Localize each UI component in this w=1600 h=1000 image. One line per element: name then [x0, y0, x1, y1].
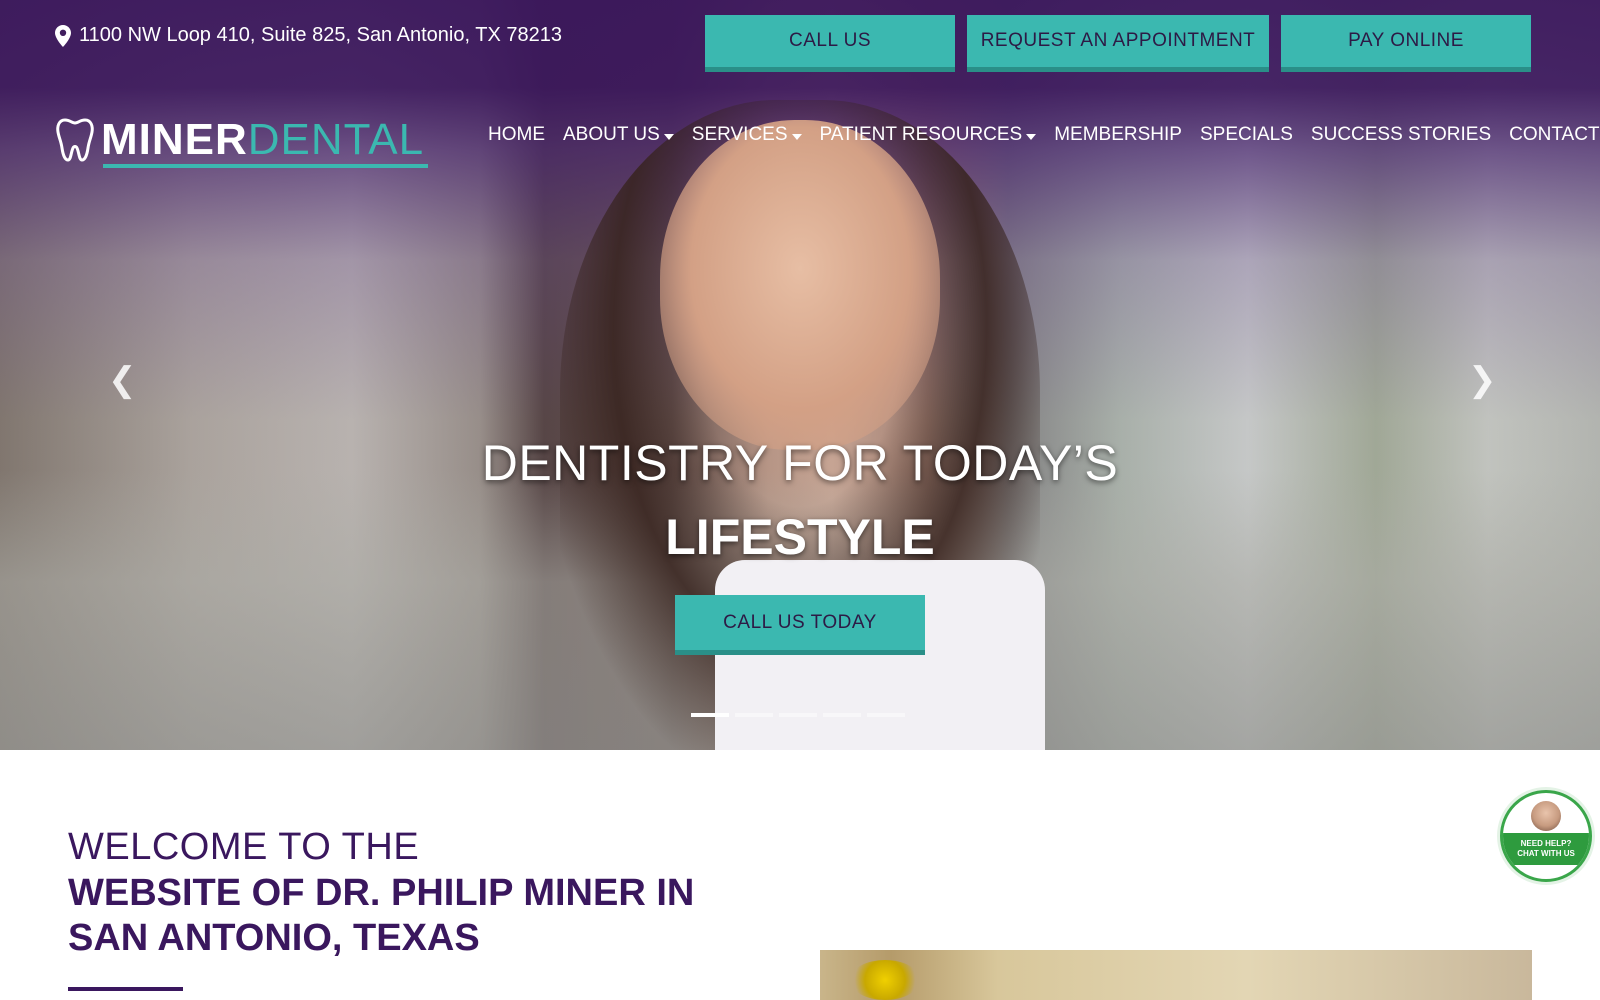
main-nav: HOME ABOUT US SERVICES PATIENT RESOURCES…: [488, 124, 1600, 146]
caret-down-icon: [1026, 133, 1037, 140]
pay-online-button[interactable]: PAY ONLINE: [1281, 15, 1531, 72]
request-appointment-button[interactable]: REQUEST AN APPOINTMENT: [967, 15, 1269, 72]
tooth-icon: [56, 118, 94, 162]
chat-label: NEED HELP? CHAT WITH US: [1503, 833, 1589, 865]
carousel-dot-1[interactable]: [691, 713, 729, 717]
call-us-today-button[interactable]: CALL US TODAY: [675, 595, 925, 655]
chat-label-line2: CHAT WITH US: [1517, 849, 1575, 858]
hero-background-person-face: [660, 120, 940, 450]
chat-widget[interactable]: NEED HELP? CHAT WITH US: [1500, 790, 1592, 882]
nav-services[interactable]: SERVICES: [692, 124, 802, 146]
nav-success-stories[interactable]: SUCCESS STORIES: [1311, 124, 1491, 146]
nav-about-us-label: ABOUT US: [563, 124, 660, 145]
office-photo-flowers: [850, 960, 920, 1000]
carousel-dot-4[interactable]: [823, 713, 861, 717]
nav-home[interactable]: HOME: [488, 124, 545, 146]
nav-success-stories-label: SUCCESS STORIES: [1310, 124, 1492, 145]
caret-down-icon: [791, 133, 802, 140]
logo-dental: DENTAL: [247, 115, 425, 164]
chevron-left-icon[interactable]: ❮: [108, 360, 137, 400]
welcome-line2: WEBSITE OF DR. PHILIP MINER IN: [68, 872, 695, 914]
hero-headline-line1: DENTISTRY FOR TODAY’S: [481, 435, 1119, 491]
office-photo: [820, 950, 1532, 1000]
nav-specials-label: SPECIALS: [1199, 124, 1293, 145]
top-bar: 1100 NW Loop 410, Suite 825, San Antonio…: [0, 0, 1600, 90]
welcome-section: WELCOME TO THE WEBSITE OF DR. PHILIP MIN…: [68, 825, 694, 991]
call-us-button[interactable]: CALL US: [705, 15, 955, 72]
address: 1100 NW Loop 410, Suite 825, San Antonio…: [55, 24, 562, 47]
welcome-line3: SAN ANTONIO, TEXAS: [68, 917, 480, 959]
welcome-divider: [68, 987, 183, 991]
chat-agent-avatar: [1531, 801, 1561, 831]
nav-home-label: HOME: [488, 124, 545, 145]
logo-underline: [103, 164, 429, 168]
nav-patient-resources[interactable]: PATIENT RESOURCES: [820, 124, 1037, 146]
logo-miner: MINER: [101, 115, 248, 164]
nav-contact-us[interactable]: CONTACT US: [1509, 124, 1600, 146]
nav-contact-us-label: CONTACT US: [1509, 124, 1600, 145]
carousel-dot-3[interactable]: [779, 713, 817, 717]
nav-membership-label: MEMBERSHIP: [1054, 124, 1182, 145]
address-text: 1100 NW Loop 410, Suite 825, San Antonio…: [79, 24, 562, 46]
caret-down-icon: [663, 133, 674, 140]
nav-patient-resources-label: PATIENT RESOURCES: [819, 124, 1023, 145]
hero-headline: DENTISTRY FOR TODAY’S LIFESTYLE: [0, 435, 1600, 565]
site-logo[interactable]: MINERDENTAL: [55, 115, 429, 168]
hero-carousel: 1100 NW Loop 410, Suite 825, San Antonio…: [0, 0, 1600, 750]
carousel-dot-2[interactable]: [735, 713, 773, 717]
carousel-indicators: [691, 713, 905, 717]
nav-about-us[interactable]: ABOUT US: [563, 124, 674, 146]
logo-wordmark: MINERDENTAL: [101, 115, 429, 168]
hero-background-person-dress: [715, 560, 1045, 750]
welcome-line1: WELCOME TO THE: [68, 826, 420, 868]
map-pin-icon: [55, 24, 71, 47]
nav-specials[interactable]: SPECIALS: [1200, 124, 1293, 146]
chat-label-line1: NEED HELP?: [1520, 839, 1572, 848]
nav-services-label: SERVICES: [691, 124, 788, 145]
nav-membership[interactable]: MEMBERSHIP: [1054, 124, 1182, 146]
chevron-right-icon[interactable]: ❯: [1468, 360, 1497, 400]
carousel-dot-5[interactable]: [867, 713, 905, 717]
hero-headline-line2: LIFESTYLE: [665, 509, 935, 565]
